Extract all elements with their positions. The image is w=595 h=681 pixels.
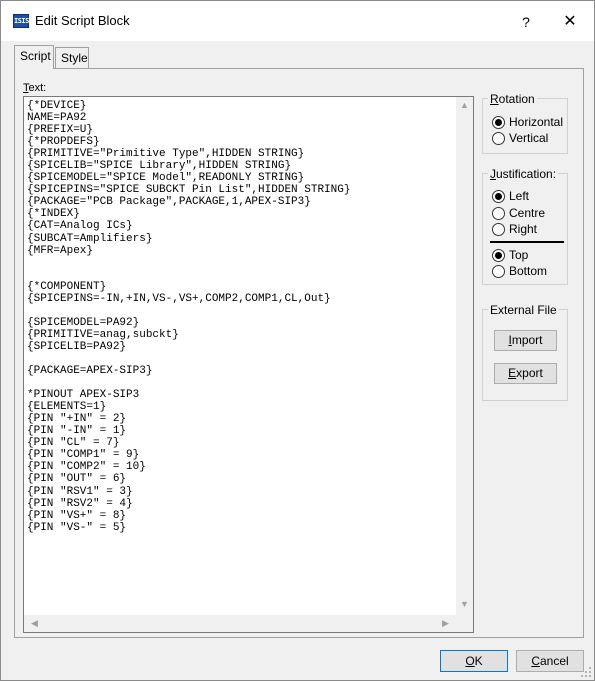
title-bar: ISIS Edit Script Block ? ✕ — [1, 1, 594, 41]
cancel-button[interactable]: Cancel — [516, 650, 584, 672]
script-text-content[interactable]: {*DEVICE} NAME=PA92 {PREFIX=U} {*PROPDEF… — [27, 100, 453, 614]
tab-style[interactable]: Style — [55, 47, 89, 68]
rotation-horizontal-label: Horizontal — [509, 115, 564, 129]
radio-checked-icon[interactable] — [492, 116, 505, 129]
radio-checked-icon[interactable] — [492, 249, 505, 262]
radio-unchecked-icon[interactable] — [492, 265, 505, 278]
vertical-scrollbar[interactable]: ▲ ▼ — [456, 97, 473, 615]
window-title: Edit Script Block — [35, 13, 130, 28]
justify-centre-label: Centre — [509, 206, 546, 220]
radio-unchecked-icon[interactable] — [492, 132, 505, 145]
ok-button[interactable]: OK — [440, 650, 508, 672]
radio-checked-icon[interactable] — [492, 190, 505, 203]
text-label-rest: ext: — [28, 82, 47, 94]
justify-left-label: Left — [509, 189, 530, 203]
resize-grip-icon[interactable] — [580, 666, 592, 678]
justification-separator — [490, 241, 564, 243]
scroll-right-icon[interactable]: ▶ — [437, 618, 454, 629]
external-file-group — [482, 309, 568, 401]
external-file-title: External File — [488, 303, 559, 317]
export-button[interactable]: Export — [494, 363, 557, 384]
edit-script-block-dialog: ISIS Edit Script Block ? ✕ Script Style … — [0, 0, 595, 681]
justify-top-label: Top — [509, 248, 529, 262]
rotation-vertical-label: Vertical — [509, 131, 549, 145]
scrollbar-corner — [456, 615, 473, 632]
rotation-title: Rotation — [488, 92, 537, 106]
app-icon: ISIS — [13, 14, 29, 28]
radio-unchecked-icon[interactable] — [492, 223, 505, 236]
text-label: Text: — [23, 82, 47, 94]
scroll-up-icon[interactable]: ▲ — [456, 100, 473, 110]
justification-title: Justification: — [488, 167, 559, 181]
import-button[interactable]: Import — [494, 330, 557, 351]
justify-right-label: Right — [509, 222, 538, 236]
close-button[interactable]: ✕ — [556, 10, 584, 34]
tab-script[interactable]: Script — [14, 45, 54, 69]
scroll-left-icon[interactable]: ◀ — [26, 618, 43, 629]
radio-unchecked-icon[interactable] — [492, 207, 505, 220]
horizontal-scrollbar[interactable]: ◀ ▶ — [24, 615, 456, 632]
script-text-editor[interactable]: {*DEVICE} NAME=PA92 {PREFIX=U} {*PROPDEF… — [23, 96, 474, 633]
justify-bottom-label: Bottom — [509, 264, 548, 278]
help-button[interactable]: ? — [514, 10, 538, 34]
scroll-down-icon[interactable]: ▼ — [456, 599, 473, 609]
